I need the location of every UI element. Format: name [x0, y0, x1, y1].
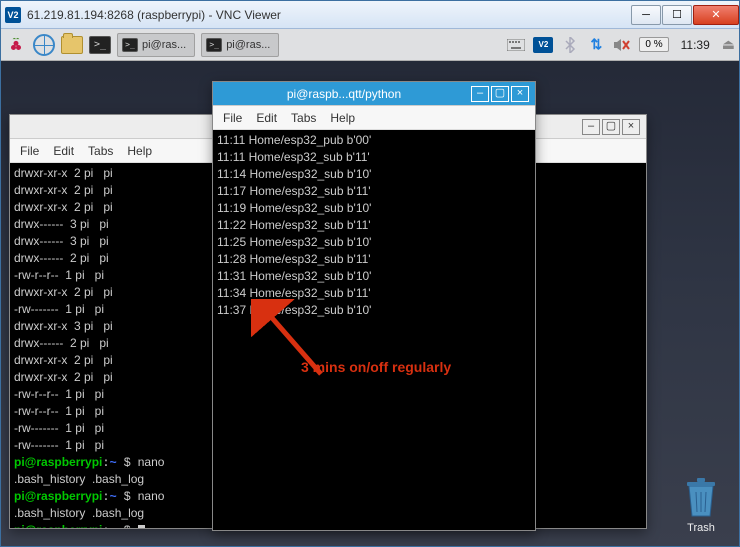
taskbar-item-terminal-1[interactable]: >_ pi@ras... [117, 33, 195, 57]
terminal-task-icon: >_ [206, 38, 222, 52]
terminal-output[interactable]: 11:11 Home/esp32_pub b'00' 11:11 Home/es… [213, 130, 535, 530]
terminal-titlebar[interactable]: pi@raspb...qtt/python – ▢ × [213, 82, 535, 106]
minimize-button[interactable]: – [582, 119, 600, 135]
maximize-button[interactable]: ▢ [602, 119, 620, 135]
trash-desktop-icon[interactable]: Trash [681, 476, 721, 534]
taskbar-item-label: pi@ras... [226, 39, 270, 51]
remote-desktop: >_ >_ pi@ras... >_ pi@ras... V2 ⇅ [1, 29, 739, 546]
vnc-viewer-window: V2 61.219.81.194:8268 (raspberrypi) - VN… [0, 0, 740, 547]
vnc-window-title: 61.219.81.194:8268 (raspberrypi) - VNC V… [27, 8, 630, 22]
taskbar-item-terminal-2[interactable]: >_ pi@ras... [201, 33, 279, 57]
vnc-app-icon: V2 [5, 7, 21, 23]
network-icon[interactable]: ⇅ [587, 36, 605, 54]
terminal-title-text: pi@raspb...qtt/python [287, 87, 401, 101]
volume-muted-icon[interactable] [613, 36, 631, 54]
menu-edit[interactable]: Edit [53, 144, 74, 158]
terminal-launcher-icon[interactable]: >_ [89, 36, 111, 54]
eject-icon[interactable]: ⏏ [722, 36, 735, 53]
file-manager-icon[interactable] [61, 36, 83, 54]
menu-help[interactable]: Help [127, 144, 152, 158]
menu-raspberry-icon[interactable] [5, 34, 27, 56]
menu-file[interactable]: File [223, 111, 242, 125]
menu-tabs[interactable]: Tabs [88, 144, 113, 158]
keyboard-icon[interactable] [507, 36, 525, 54]
menu-file[interactable]: File [20, 144, 39, 158]
close-button[interactable]: ✕ [693, 5, 739, 25]
bluetooth-icon[interactable] [561, 36, 579, 54]
menu-help[interactable]: Help [330, 111, 355, 125]
close-button[interactable]: × [511, 86, 529, 102]
foreground-terminal-window[interactable]: pi@raspb...qtt/python – ▢ × File Edit Ta… [212, 81, 536, 531]
taskbar: >_ >_ pi@ras... >_ pi@ras... V2 ⇅ [1, 29, 739, 61]
vnc-tray-icon[interactable]: V2 [533, 37, 553, 53]
trash-label: Trash [681, 522, 721, 534]
terminal-menubar: File Edit Tabs Help [213, 106, 535, 130]
maximize-button[interactable]: ☐ [662, 5, 692, 25]
menu-edit[interactable]: Edit [256, 111, 277, 125]
clock[interactable]: 11:39 [677, 38, 714, 52]
trash-icon [681, 476, 721, 520]
cursor [138, 525, 145, 528]
minimize-button[interactable]: ─ [631, 5, 661, 25]
terminal-task-icon: >_ [122, 38, 138, 52]
cpu-usage-badge[interactable]: 0 % [639, 37, 668, 52]
menu-tabs[interactable]: Tabs [291, 111, 316, 125]
taskbar-item-label: pi@ras... [142, 39, 186, 51]
minimize-button[interactable]: – [471, 86, 489, 102]
vnc-titlebar[interactable]: V2 61.219.81.194:8268 (raspberrypi) - VN… [1, 1, 739, 29]
close-button[interactable]: × [622, 119, 640, 135]
browser-icon[interactable] [33, 34, 55, 56]
maximize-button[interactable]: ▢ [491, 86, 509, 102]
